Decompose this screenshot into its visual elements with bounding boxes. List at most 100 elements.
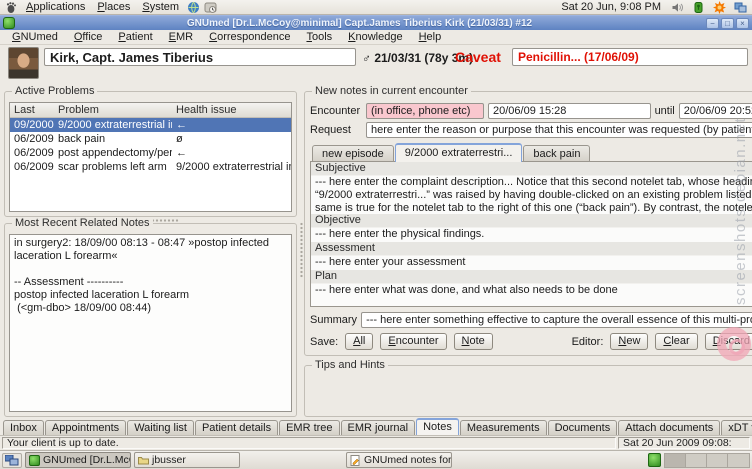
editor-discard-button[interactable]: Discard <box>705 333 752 350</box>
tab-emr-tree[interactable]: EMR tree <box>279 420 339 435</box>
menu-correspondence[interactable]: Correspondence <box>201 31 298 43</box>
request-row: Request here enter the reason or purpose… <box>310 122 752 138</box>
encounter-end-field[interactable]: 20/06/09 20:52 <box>679 103 752 119</box>
panel-clock[interactable]: Sat 20 Jun, 9:08 PM <box>557 1 665 13</box>
save-encounter-button[interactable]: Encounter <box>380 333 446 350</box>
menu-tools[interactable]: Tools <box>298 31 340 43</box>
tab-measurements[interactable]: Measurements <box>460 420 547 435</box>
table-row[interactable]: 06/2009 scar problems left arm 9/2000 ex… <box>10 160 291 174</box>
cell-problem: back pain <box>54 133 172 145</box>
gnome-foot-icon[interactable] <box>5 1 18 14</box>
col-last[interactable]: Last <box>10 103 54 117</box>
taskbar-window-gnumed[interactable]: GNUmed [Dr.L.McCoy... <box>25 452 131 468</box>
workspace-switcher[interactable] <box>664 453 750 468</box>
maximize-button[interactable]: □ <box>721 18 734 29</box>
tab-emr-journal[interactable]: EMR journal <box>341 420 416 435</box>
workspace-2[interactable] <box>686 454 707 467</box>
table-row[interactable]: 09/2000 9/2000 extraterrestrial infectio… <box>10 118 291 132</box>
applications-menu[interactable]: Applications <box>20 1 91 13</box>
objective-input[interactable]: --- here enter the physical findings. <box>311 228 752 242</box>
close-button[interactable]: × <box>736 18 749 29</box>
tab-xdt-viewer[interactable]: xDT viewer <box>721 420 752 435</box>
recent-notes-text[interactable]: in surgery2: 18/09/00 08:13 - 08:47 »pos… <box>9 234 292 412</box>
editor-new-button[interactable]: New <box>610 333 648 350</box>
menu-emr[interactable]: EMR <box>161 31 201 43</box>
tab-notes[interactable]: Notes <box>416 418 459 435</box>
menubar: GNUmed Office Patient EMR Correspondence… <box>0 30 752 45</box>
plan-header: Plan <box>311 270 752 284</box>
caveat-field[interactable]: Penicillin... (17/06/09) <box>512 48 748 66</box>
summary-field[interactable]: --- here enter something effective to ca… <box>361 312 752 328</box>
patient-photo[interactable] <box>8 47 39 79</box>
patient-name-field[interactable]: Kirk, Capt. James Tiberius <box>44 48 356 66</box>
subjective-header: Subjective <box>311 162 752 176</box>
menu-knowledge[interactable]: Knowledge <box>340 31 410 43</box>
tab-new-episode[interactable]: new episode <box>312 145 394 162</box>
table-row[interactable]: 06/2009 post appendectomy/peritonitis ← <box>10 146 291 160</box>
objective-header: Objective <box>311 214 752 228</box>
places-menu[interactable]: Places <box>91 1 136 13</box>
help-launcher-icon[interactable] <box>204 1 217 14</box>
tab-appointments[interactable]: Appointments <box>45 420 126 435</box>
encounter-type-field[interactable]: (in office, phone etc) <box>366 103 484 119</box>
problems-table[interactable]: Last Problem Health issue 09/2000 9/2000… <box>9 102 292 212</box>
col-health-issue[interactable]: Health issue <box>172 103 291 117</box>
recent-notes-title: Most Recent Related Notes <box>12 217 153 229</box>
encounter-box: New notes in current encounter Encounter… <box>304 91 752 356</box>
task-label: GNUmed [Dr.L.McCoy... <box>43 454 131 466</box>
save-all-button[interactable]: All <box>345 333 373 350</box>
menu-help[interactable]: Help <box>411 31 450 43</box>
window-titlebar[interactable]: GNUmed [Dr.L.McCoy@minimal] Capt.James T… <box>0 15 752 30</box>
tab-attach-documents[interactable]: Attach documents <box>618 420 720 435</box>
menu-patient[interactable]: Patient <box>110 31 160 43</box>
request-field[interactable]: here enter the reason or purpose that th… <box>366 122 752 138</box>
workspace-1[interactable] <box>665 454 686 467</box>
task-label: jbusser <box>152 454 186 466</box>
tab-inbox[interactable]: Inbox <box>3 420 44 435</box>
workspace-4[interactable] <box>728 454 749 467</box>
update-notifier-icon[interactable] <box>713 1 726 14</box>
main-area: Active Problems Last Problem Health issu… <box>0 81 752 419</box>
workspace-3[interactable] <box>707 454 728 467</box>
tab-extraterrestrial[interactable]: 9/2000 extraterrestri... <box>395 143 523 162</box>
active-problems-title: Active Problems <box>12 85 97 97</box>
soap-editor: Subjective --- here enter the complaint … <box>310 161 752 307</box>
taskbar-window-notes-doc[interactable]: GNUmed notes for sc... <box>346 452 452 468</box>
tab-documents[interactable]: Documents <box>548 420 618 435</box>
patient-bar: Kirk, Capt. James Tiberius ♂ 21/03/31 (7… <box>0 45 752 81</box>
cell-health-issue: 9/2000 extraterrestrial infection <box>172 161 291 173</box>
table-row[interactable]: 06/2009 back pain ø <box>10 132 291 146</box>
taskbar-window-jbusser[interactable]: jbusser <box>134 452 240 468</box>
tab-patient-details[interactable]: Patient details <box>195 420 278 435</box>
browser-launcher-icon[interactable] <box>187 1 200 14</box>
plan-input[interactable]: --- here enter what was done, and what a… <box>311 284 752 298</box>
gnumed-app-icon <box>3 17 15 29</box>
volume-icon[interactable] <box>671 1 684 14</box>
editor-clear-button[interactable]: Clear <box>655 333 697 350</box>
problems-table-header[interactable]: Last Problem Health issue <box>10 103 291 118</box>
keyring-icon[interactable] <box>692 1 705 14</box>
assessment-input[interactable]: --- here enter your assessment <box>311 256 752 270</box>
encounter-start-field[interactable]: 20/06/09 15:28 <box>488 103 651 119</box>
tips-box: Tips and Hints <box>304 365 752 417</box>
save-note-button[interactable]: Note <box>454 333 493 350</box>
cell-health-issue: ø <box>172 133 291 145</box>
until-label: until <box>655 105 675 117</box>
gnumed-tray-icon[interactable] <box>648 453 661 467</box>
menu-office[interactable]: Office <box>66 31 111 43</box>
remote-screens-icon[interactable] <box>734 1 747 14</box>
minimize-button[interactable]: − <box>706 18 719 29</box>
episode-tabs: new episode 9/2000 extraterrestri... bac… <box>310 143 752 162</box>
window-list-applet-icon[interactable] <box>2 453 22 468</box>
cell-last: 06/2009 <box>10 147 54 159</box>
summary-label: Summary <box>310 314 357 326</box>
col-problem[interactable]: Problem <box>54 103 172 117</box>
tab-back-pain[interactable]: back pain <box>523 145 590 162</box>
cell-last: 06/2009 <box>10 161 54 173</box>
tab-waiting-list[interactable]: Waiting list <box>127 420 194 435</box>
cell-problem: 9/2000 extraterrestrial infection <box>54 119 172 131</box>
system-menu[interactable]: System <box>136 1 185 13</box>
menu-gnumed[interactable]: GNUmed <box>4 31 66 43</box>
encounter-row: Encounter (in office, phone etc) 20/06/0… <box>310 102 752 119</box>
subjective-input[interactable]: --- here enter the complaint description… <box>311 176 752 214</box>
